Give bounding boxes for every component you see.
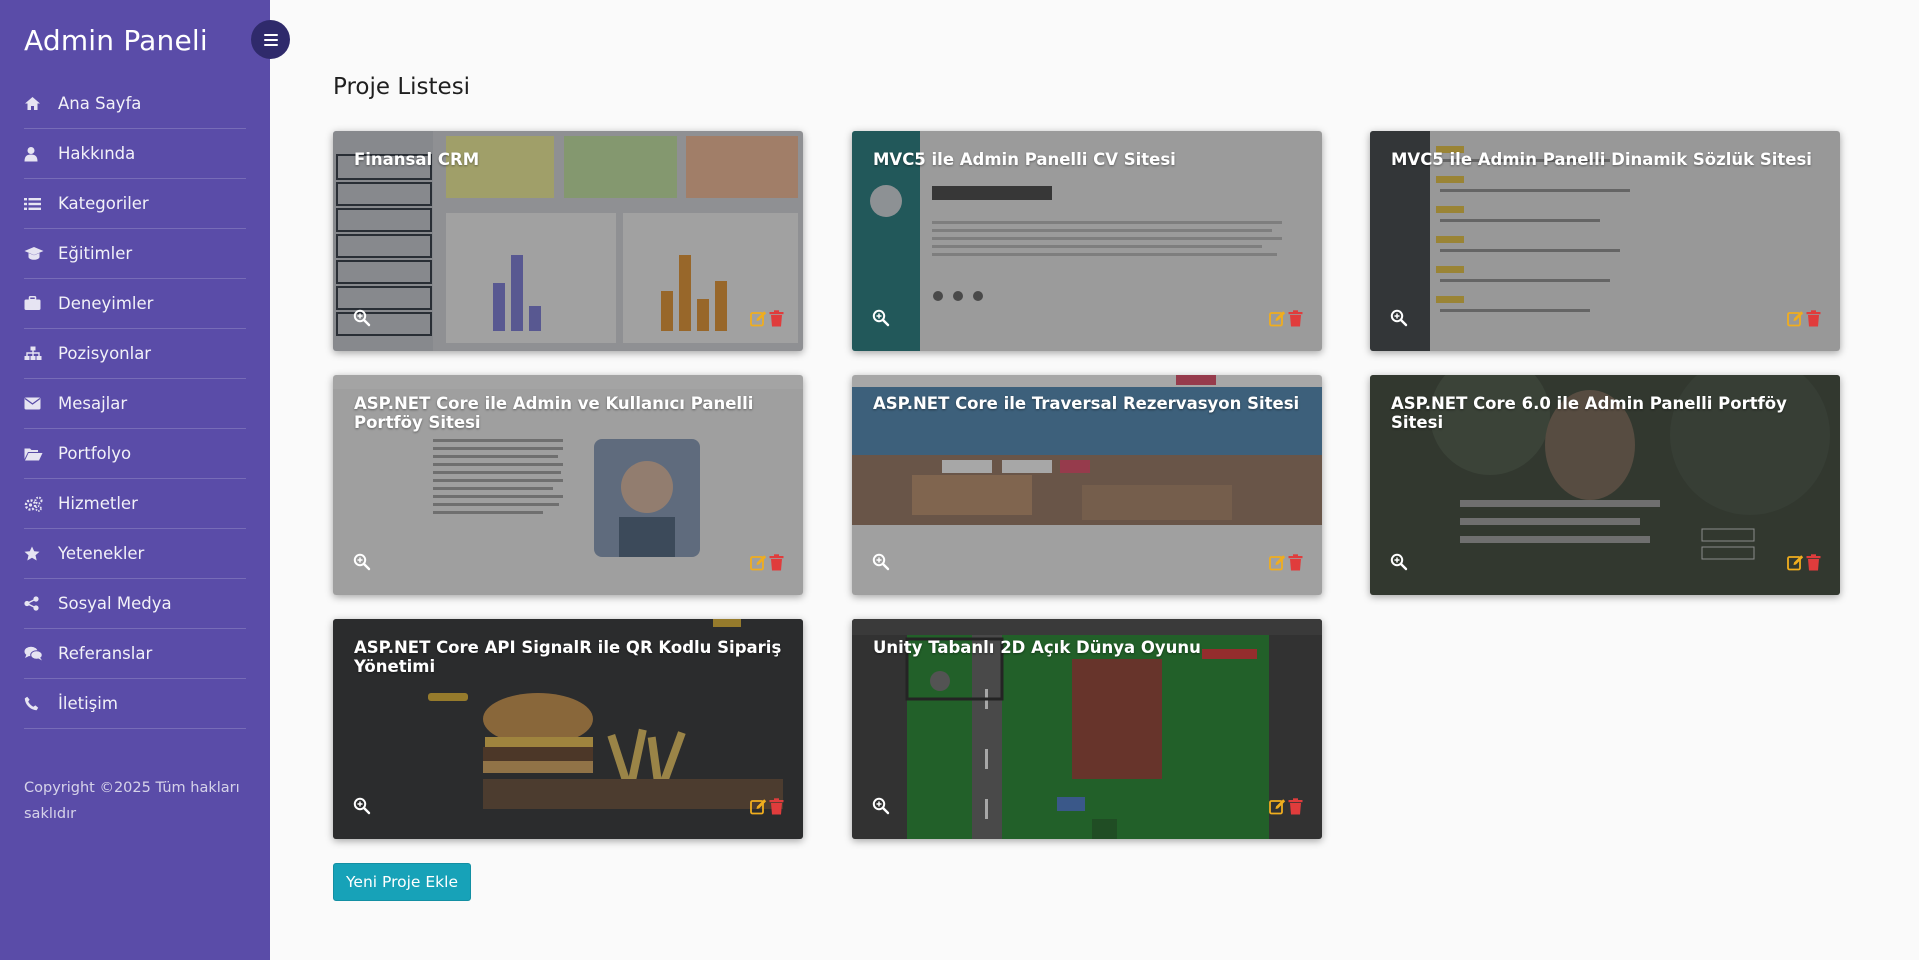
home-icon xyxy=(24,96,58,111)
zoom-icon[interactable] xyxy=(872,553,890,571)
sidebar-item-label: Hakkında xyxy=(58,144,136,163)
sidebar-item-label: Referanslar xyxy=(58,644,153,663)
zoom-icon[interactable] xyxy=(353,553,371,571)
sidebar-item-label: Mesajlar xyxy=(58,394,128,413)
edit-icon[interactable] xyxy=(1269,310,1286,327)
user-icon xyxy=(24,146,58,162)
project-card[interactable]: ASP.NET Core API SignalR ile QR Kodlu Si… xyxy=(333,619,803,839)
project-card[interactable]: Finansal CRM xyxy=(333,131,803,351)
zoom-icon[interactable] xyxy=(872,309,890,327)
project-title: Finansal CRM xyxy=(354,150,480,169)
project-card[interactable]: ASP.NET Core ile Admin ve Kullanıcı Pane… xyxy=(333,375,803,595)
comments-icon xyxy=(24,646,58,661)
sidebar-item-hakkinda[interactable]: Hakkında xyxy=(24,129,246,179)
delete-icon[interactable] xyxy=(769,310,784,327)
sidebar-item-yetenekler[interactable]: Yetenekler xyxy=(24,529,246,579)
list-icon xyxy=(24,197,58,211)
project-title: ASP.NET Core 6.0 ile Admin Panelli Portf… xyxy=(1391,394,1787,432)
delete-icon[interactable] xyxy=(1288,554,1303,571)
project-card[interactable]: ASP.NET Core 6.0 ile Admin Panelli Portf… xyxy=(1370,375,1840,595)
folder-open-icon xyxy=(24,447,58,461)
phone-icon xyxy=(24,696,58,711)
sidebar-item-label: Eğitimler xyxy=(58,244,133,263)
delete-icon[interactable] xyxy=(1806,554,1821,571)
sidebar-nav: Ana Sayfa Hakkında Kategoriler Eğitimler… xyxy=(24,79,246,729)
sidebar-item-label: Pozisyonlar xyxy=(58,344,152,363)
zoom-icon[interactable] xyxy=(353,309,371,327)
briefcase-icon xyxy=(24,296,58,311)
project-title: Unity Tabanlı 2D Açık Dünya Oyunu xyxy=(873,638,1201,657)
sidebar-item-ana-sayfa[interactable]: Ana Sayfa xyxy=(24,79,246,129)
sidebar-item-sosyal-medya[interactable]: Sosyal Medya xyxy=(24,579,246,629)
project-card[interactable]: Unity Tabanlı 2D Açık Dünya Oyunu xyxy=(852,619,1322,839)
share-icon xyxy=(24,596,58,611)
sidebar-item-mesajlar[interactable]: Mesajlar xyxy=(24,379,246,429)
project-title: MVC5 ile Admin Panelli Dinamik Sözlük Si… xyxy=(1391,150,1812,169)
sidebar-item-label: Deneyimler xyxy=(58,294,154,313)
sidebar-item-portfolyo[interactable]: Portfolyo xyxy=(24,429,246,479)
delete-icon[interactable] xyxy=(1806,310,1821,327)
edit-icon[interactable] xyxy=(750,798,767,815)
sidebar-item-label: Ana Sayfa xyxy=(58,94,142,113)
sidebar-item-referanslar[interactable]: Referanslar xyxy=(24,629,246,679)
edit-icon[interactable] xyxy=(1787,554,1804,571)
delete-icon[interactable] xyxy=(1288,310,1303,327)
delete-icon[interactable] xyxy=(1288,798,1303,815)
menu-icon xyxy=(263,33,278,46)
sidebar-item-kategoriler[interactable]: Kategoriler xyxy=(24,179,246,229)
sidebar-item-label: Portfolyo xyxy=(58,444,132,463)
project-title: ASP.NET Core ile Traversal Rezervasyon S… xyxy=(873,394,1300,413)
add-project-button[interactable]: Yeni Proje Ekle xyxy=(333,863,471,901)
sidebar-item-hizmetler[interactable]: Hizmetler xyxy=(24,479,246,529)
project-title: MVC5 ile Admin Panelli CV Sitesi xyxy=(873,150,1176,169)
sidebar-item-label: Hizmetler xyxy=(58,494,138,513)
zoom-icon[interactable] xyxy=(1390,553,1408,571)
edit-icon[interactable] xyxy=(750,310,767,327)
edit-icon[interactable] xyxy=(750,554,767,571)
sidebar-item-egitimler[interactable]: Eğitimler xyxy=(24,229,246,279)
edit-icon[interactable] xyxy=(1269,798,1286,815)
page-title: Proje Listesi xyxy=(333,74,471,100)
zoom-icon[interactable] xyxy=(872,797,890,815)
project-title: ASP.NET Core API SignalR ile QR Kodlu Si… xyxy=(354,638,782,676)
sidebar: Admin Paneli Ana Sayfa Hakkında Kategori… xyxy=(0,0,270,960)
sidebar-item-deneyimler[interactable]: Deneyimler xyxy=(24,279,246,329)
project-title: ASP.NET Core ile Admin ve Kullanıcı Pane… xyxy=(354,394,754,432)
sidebar-item-pozisyonlar[interactable]: Pozisyonlar xyxy=(24,329,246,379)
project-card[interactable]: ASP.NET Core ile Traversal Rezervasyon S… xyxy=(852,375,1322,595)
graduation-cap-icon xyxy=(24,246,58,261)
sidebar-toggle-button[interactable] xyxy=(251,20,290,59)
sidebar-item-label: İletişim xyxy=(58,694,118,713)
envelope-icon xyxy=(24,397,58,410)
sidebar-item-iletisim[interactable]: İletişim xyxy=(24,679,246,729)
sidebar-item-label: Kategoriler xyxy=(58,194,149,213)
zoom-icon[interactable] xyxy=(353,797,371,815)
project-card[interactable]: MVC5 ile Admin Panelli CV Sitesi xyxy=(852,131,1322,351)
brand-title[interactable]: Admin Paneli xyxy=(24,24,208,57)
delete-icon[interactable] xyxy=(769,554,784,571)
cogs-icon xyxy=(24,496,58,512)
project-card[interactable]: MVC5 ile Admin Panelli Dinamik Sözlük Si… xyxy=(1370,131,1840,351)
edit-icon[interactable] xyxy=(1787,310,1804,327)
edit-icon[interactable] xyxy=(1269,554,1286,571)
sidebar-item-label: Sosyal Medya xyxy=(58,594,172,613)
copyright-text: Copyright ©2025 Tüm hakları saklıdır xyxy=(24,780,240,822)
delete-icon[interactable] xyxy=(769,798,784,815)
zoom-icon[interactable] xyxy=(1390,309,1408,327)
star-icon xyxy=(24,546,58,561)
sitemap-icon xyxy=(24,346,58,361)
sidebar-item-label: Yetenekler xyxy=(58,544,145,563)
